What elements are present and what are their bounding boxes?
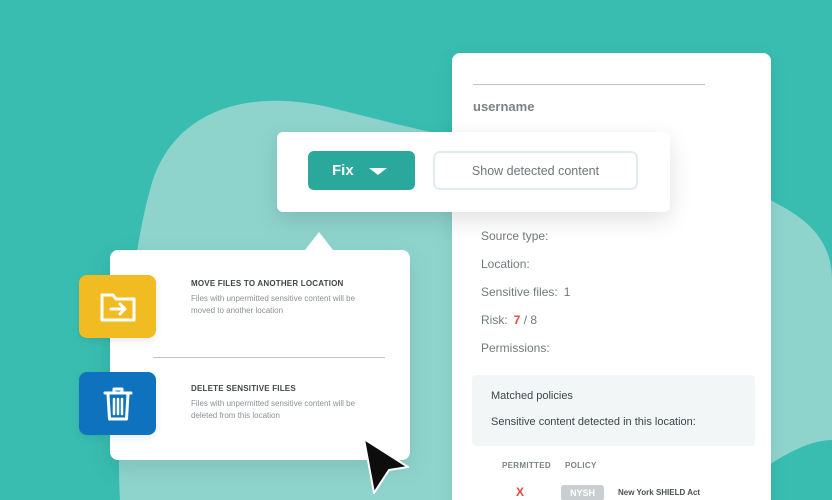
risk-max: / 8 [523,313,538,327]
sensitive-files-value: 1 [563,285,571,299]
menu-divider [153,357,385,358]
policy-tag[interactable]: NYSH [561,485,604,500]
show-detected-content-button[interactable]: Show detected content [433,151,638,190]
policy-column-header: POLICY [565,461,597,470]
delete-files-button[interactable] [79,372,156,435]
header-divider [473,84,705,85]
permissions-label: Permissions: [481,341,550,355]
fix-button-label: Fix [332,162,354,179]
sensitive-files-label: Sensitive files: [481,285,558,299]
permissions-field: Permissions: [481,341,550,355]
folder-move-icon [100,293,135,321]
move-files-button[interactable] [79,275,156,338]
matched-policies-box: Matched policies Sensitive content detec… [472,375,755,446]
sensitive-content-heading: Sensitive content detected in this locat… [491,416,696,428]
policy-name: New York SHIELD Act [618,488,701,497]
source-type-field: Source type: [481,229,548,243]
delete-files-description: Files with unpermitted sensitive content… [191,399,356,420]
location-field: Location: [481,257,530,271]
permitted-column-header: PERMITTED [502,461,551,470]
delete-files-title[interactable]: DELETE SENSITIVE FILES [191,384,296,393]
location-detail-card: username Source type: Location: Sensitiv… [452,53,771,500]
risk-field: Risk: 7 / 8 [481,313,537,327]
not-permitted-mark: X [516,485,525,499]
risk-value: 7 [513,313,521,327]
fix-dropdown-button[interactable]: Fix [308,151,415,190]
risk-label: Risk: [481,313,508,327]
move-files-title[interactable]: MOVE FILES TO ANOTHER LOCATION [191,279,344,288]
source-type-label: Source type: [481,229,549,243]
move-files-description: Files with unpermitted sensitive content… [191,294,356,315]
matched-policies-heading: Matched policies [491,390,573,402]
location-label: Location: [481,257,530,271]
chevron-down-icon [369,168,387,175]
action-bar: Fix Show detected content [277,132,670,212]
mouse-pointer-icon [363,438,409,494]
trash-icon [103,387,132,420]
sensitive-files-field: Sensitive files: 1 [481,285,570,299]
menu-pointer [305,232,333,250]
username-label: username [473,99,535,114]
